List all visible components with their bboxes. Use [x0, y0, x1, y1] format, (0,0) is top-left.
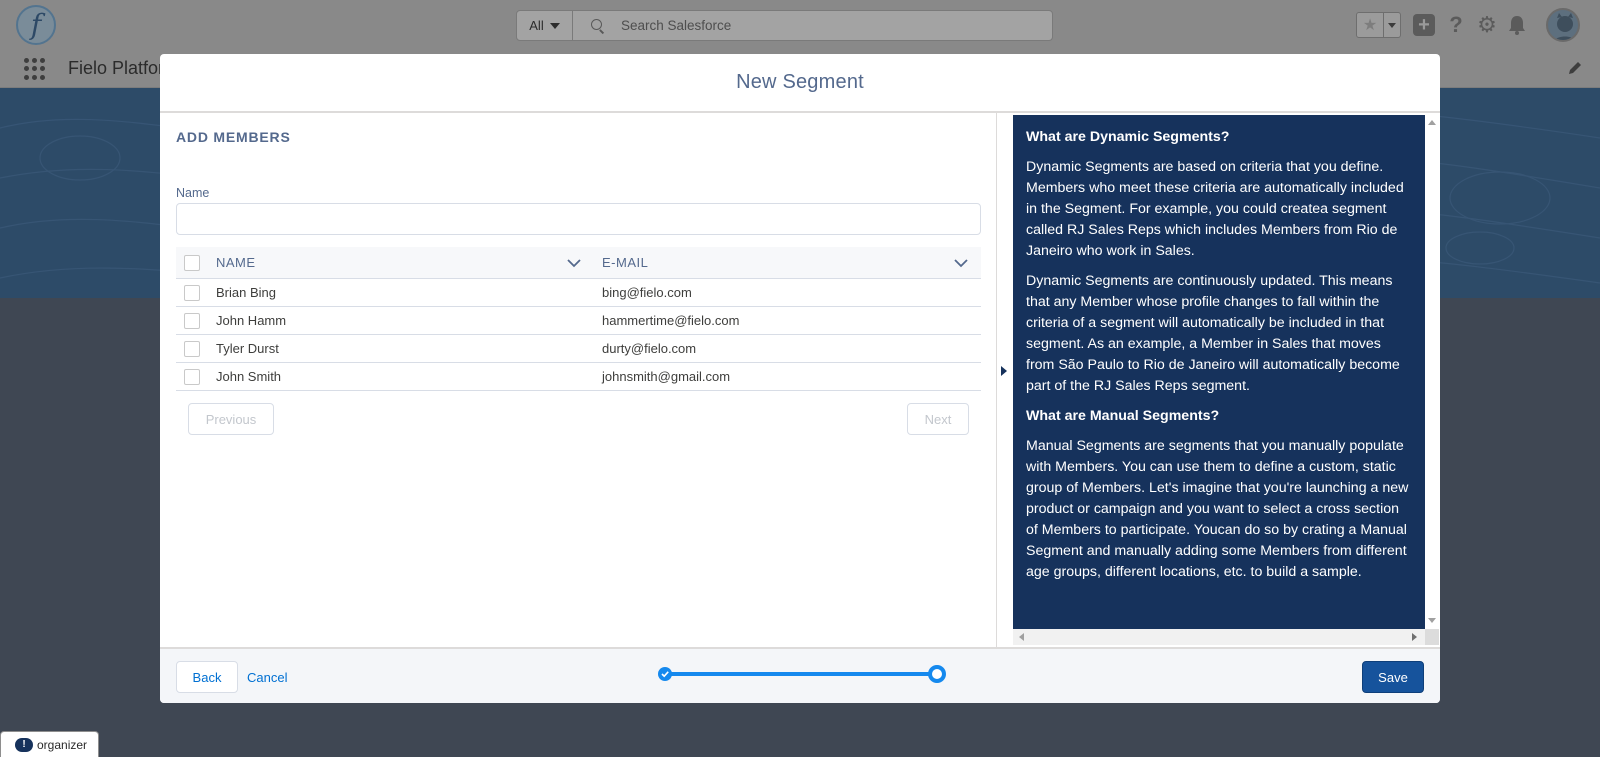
- gear-icon[interactable]: ⚙: [1476, 12, 1498, 38]
- column-header-name[interactable]: NAME: [216, 255, 256, 270]
- member-name: Tyler Durst: [216, 341, 279, 356]
- table-row[interactable]: John Hamm hammertime@fielo.com: [176, 307, 981, 335]
- row-checkbox[interactable]: [184, 340, 200, 357]
- members-table: NAME E-MAIL Brian Bing bing@fielo.com Jo…: [176, 247, 981, 391]
- help-pane: What are Dynamic Segments? Dynamic Segme…: [997, 113, 1440, 647]
- search-scope-select[interactable]: All: [517, 11, 573, 40]
- scrollbar-corner: [1425, 629, 1439, 645]
- manual-segments-text: Manual Segments are segments that you ma…: [1026, 438, 1409, 580]
- member-name: Brian Bing: [216, 285, 276, 300]
- save-button[interactable]: Save: [1362, 661, 1424, 693]
- organizer-widget[interactable]: ! organizer: [0, 731, 99, 757]
- table-header: NAME E-MAIL: [176, 247, 981, 279]
- avatar[interactable]: [1546, 8, 1580, 42]
- scroll-left-icon[interactable]: [1019, 633, 1024, 641]
- member-name: John Hamm: [216, 313, 287, 328]
- header-actions: ★ + ? ⚙: [1356, 10, 1528, 40]
- modal-header: New Segment: [160, 54, 1440, 113]
- organizer-label: organizer: [37, 737, 88, 752]
- chevron-down-icon[interactable]: [566, 255, 582, 271]
- search-scope-label: All: [529, 18, 544, 33]
- organizer-icon: !: [15, 737, 33, 752]
- modal-title: New Segment: [736, 71, 864, 93]
- cancel-link[interactable]: Cancel: [247, 661, 287, 693]
- add-members-pane: ADD MEMBERS Name NAME E-MAIL Brian Bing …: [160, 113, 997, 647]
- chevron-down-icon: [549, 22, 560, 29]
- app-launcher-icon[interactable]: [24, 58, 46, 80]
- member-email: durty@fielo.com: [602, 341, 697, 356]
- help-icon[interactable]: ?: [1445, 12, 1467, 38]
- logo-letter: f: [30, 8, 42, 41]
- row-checkbox[interactable]: [184, 368, 200, 385]
- global-search[interactable]: All Search Salesforce: [516, 10, 1053, 41]
- row-checkbox[interactable]: [184, 312, 200, 329]
- scroll-down-icon[interactable]: [1428, 618, 1436, 623]
- add-icon[interactable]: +: [1413, 14, 1435, 36]
- dynamic-segments-heading: What are Dynamic Segments?: [1026, 129, 1230, 145]
- fielo-logo[interactable]: f: [16, 5, 56, 45]
- collapse-panel-icon[interactable]: [1001, 366, 1007, 376]
- pencil-icon[interactable]: [1567, 60, 1583, 76]
- modal-footer: Back Cancel Save: [160, 647, 1440, 703]
- bell-icon[interactable]: [1506, 14, 1528, 36]
- chevron-down-icon[interactable]: [953, 255, 969, 271]
- chevron-down-icon: [1388, 22, 1396, 28]
- wizard-progress-bar: [664, 672, 938, 676]
- previous-page-button[interactable]: Previous: [188, 403, 274, 435]
- dynamic-segments-text: Dynamic Segments are based on criteria t…: [1026, 159, 1404, 259]
- member-email: hammertime@fielo.com: [602, 313, 740, 328]
- column-header-email[interactable]: E-MAIL: [602, 255, 648, 270]
- segment-help-box: What are Dynamic Segments? Dynamic Segme…: [1013, 115, 1425, 629]
- section-title: ADD MEMBERS: [176, 129, 291, 145]
- horizontal-scrollbar[interactable]: [1013, 629, 1425, 645]
- vertical-scrollbar[interactable]: [1425, 115, 1439, 629]
- step-complete-check-icon[interactable]: [658, 667, 672, 681]
- search-input[interactable]: Search Salesforce: [621, 18, 731, 33]
- member-name: John Smith: [216, 369, 282, 384]
- dynamic-segments-text-2: Dynamic Segments are continuously update…: [1026, 273, 1400, 394]
- step-current-indicator[interactable]: [928, 665, 946, 683]
- table-row[interactable]: John Smith johnsmith@gmail.com: [176, 363, 981, 391]
- member-email: johnsmith@gmail.com: [602, 369, 731, 384]
- row-checkbox[interactable]: [184, 284, 200, 301]
- scroll-right-icon[interactable]: [1412, 633, 1417, 641]
- modal-body: ADD MEMBERS Name NAME E-MAIL Brian Bing …: [160, 113, 1440, 647]
- name-field[interactable]: [176, 203, 981, 235]
- scroll-up-icon[interactable]: [1428, 120, 1436, 125]
- select-all-checkbox[interactable]: [184, 254, 200, 271]
- back-button[interactable]: Back: [176, 661, 238, 693]
- name-label: Name: [176, 186, 210, 200]
- new-segment-modal: New Segment ADD MEMBERS Name NAME E-MAIL…: [160, 54, 1440, 703]
- member-email: bing@fielo.com: [602, 285, 692, 300]
- search-icon: [591, 18, 605, 33]
- manual-segments-heading: What are Manual Segments?: [1026, 408, 1220, 424]
- table-row[interactable]: Brian Bing bing@fielo.com: [176, 279, 981, 307]
- favorites-menu-button[interactable]: [1384, 12, 1401, 38]
- table-row[interactable]: Tyler Durst durty@fielo.com: [176, 335, 981, 363]
- next-page-button[interactable]: Next: [907, 403, 969, 435]
- favorite-star-icon[interactable]: ★: [1356, 12, 1384, 38]
